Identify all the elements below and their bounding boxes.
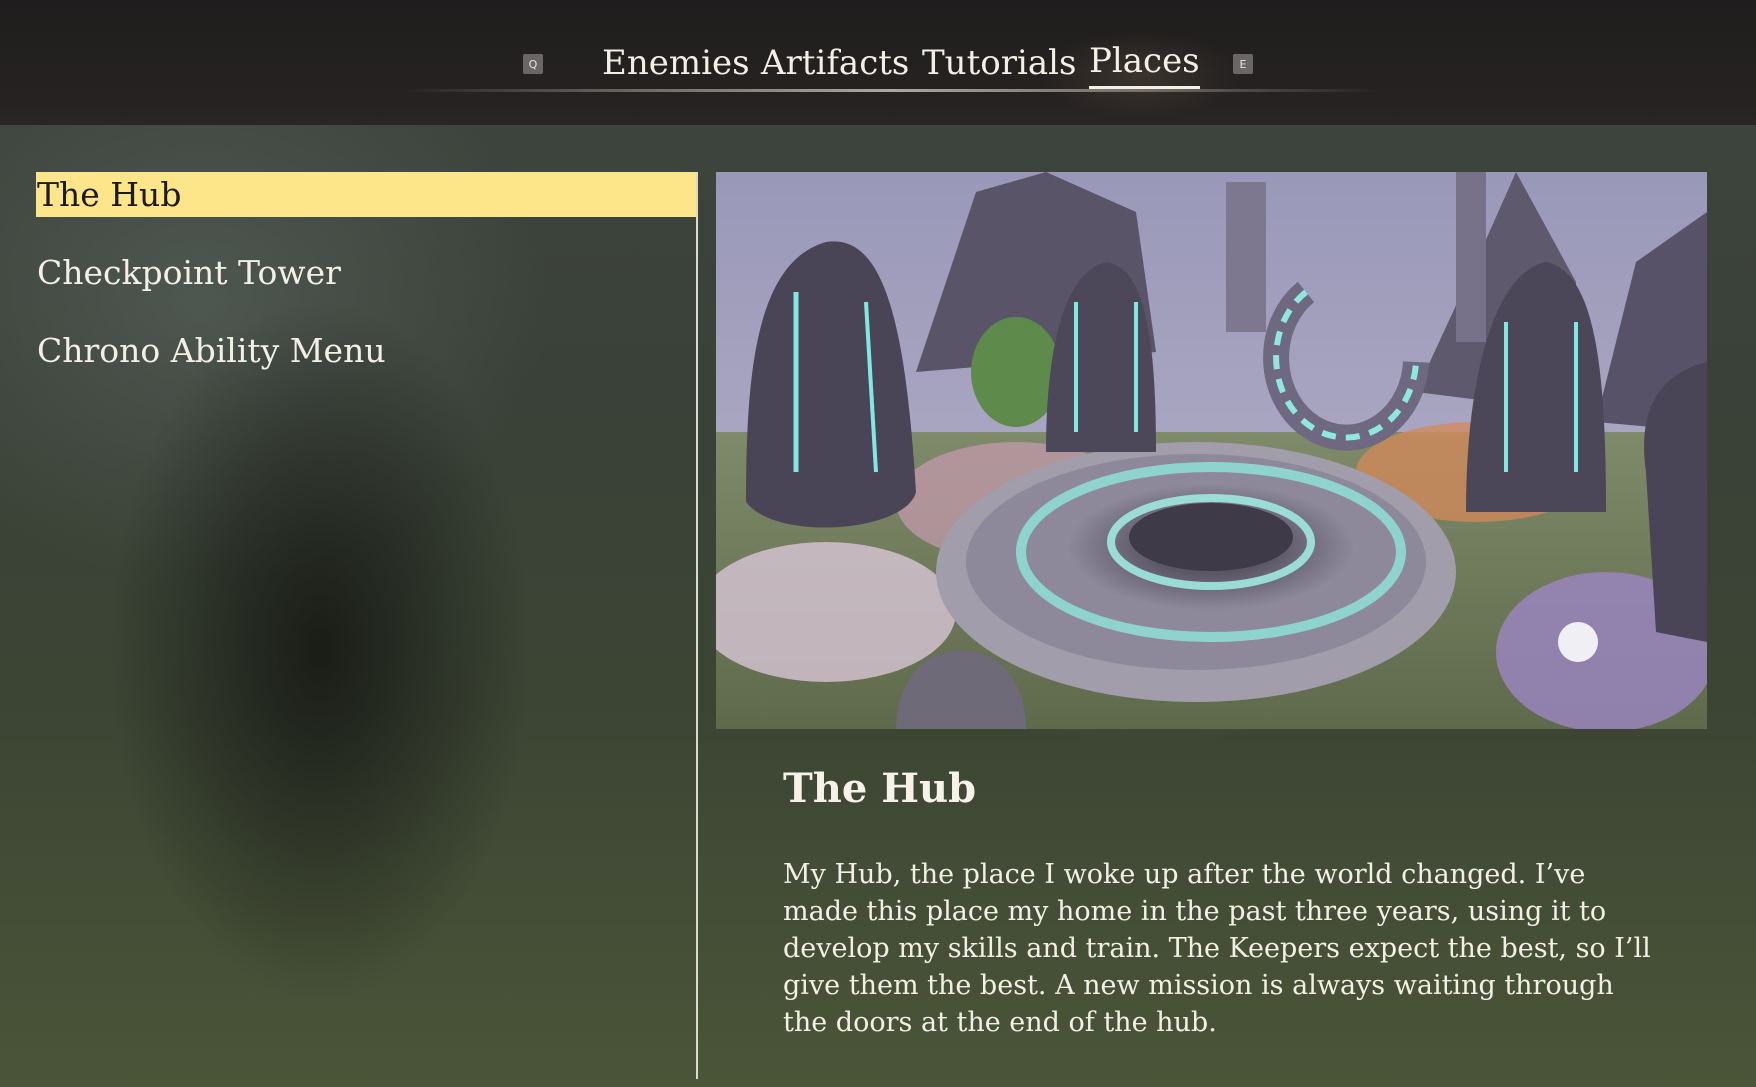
tab-tutorials[interactable]: Tutorials bbox=[922, 38, 1076, 88]
panel-divider bbox=[696, 172, 698, 1079]
tab-underline-rail bbox=[400, 89, 1380, 92]
places-list: The Hub Checkpoint Tower Chrono Ability … bbox=[36, 172, 697, 406]
list-item-checkpoint-tower[interactable]: Checkpoint Tower bbox=[36, 250, 697, 295]
codex-tabs: Enemies Artifacts Tutorials Places bbox=[0, 38, 1756, 89]
tab-enemies[interactable]: Enemies bbox=[602, 38, 750, 88]
place-preview-image bbox=[716, 172, 1707, 729]
tab-places[interactable]: Places bbox=[1089, 38, 1200, 89]
place-title: The Hub bbox=[783, 765, 977, 812]
place-description: My Hub, the place I woke up after the wo… bbox=[783, 859, 1651, 1038]
tab-artifacts[interactable]: Artifacts bbox=[761, 38, 909, 88]
list-item-the-hub[interactable]: The Hub bbox=[36, 172, 697, 217]
list-item-chrono-ability-menu[interactable]: Chrono Ability Menu bbox=[36, 328, 697, 373]
